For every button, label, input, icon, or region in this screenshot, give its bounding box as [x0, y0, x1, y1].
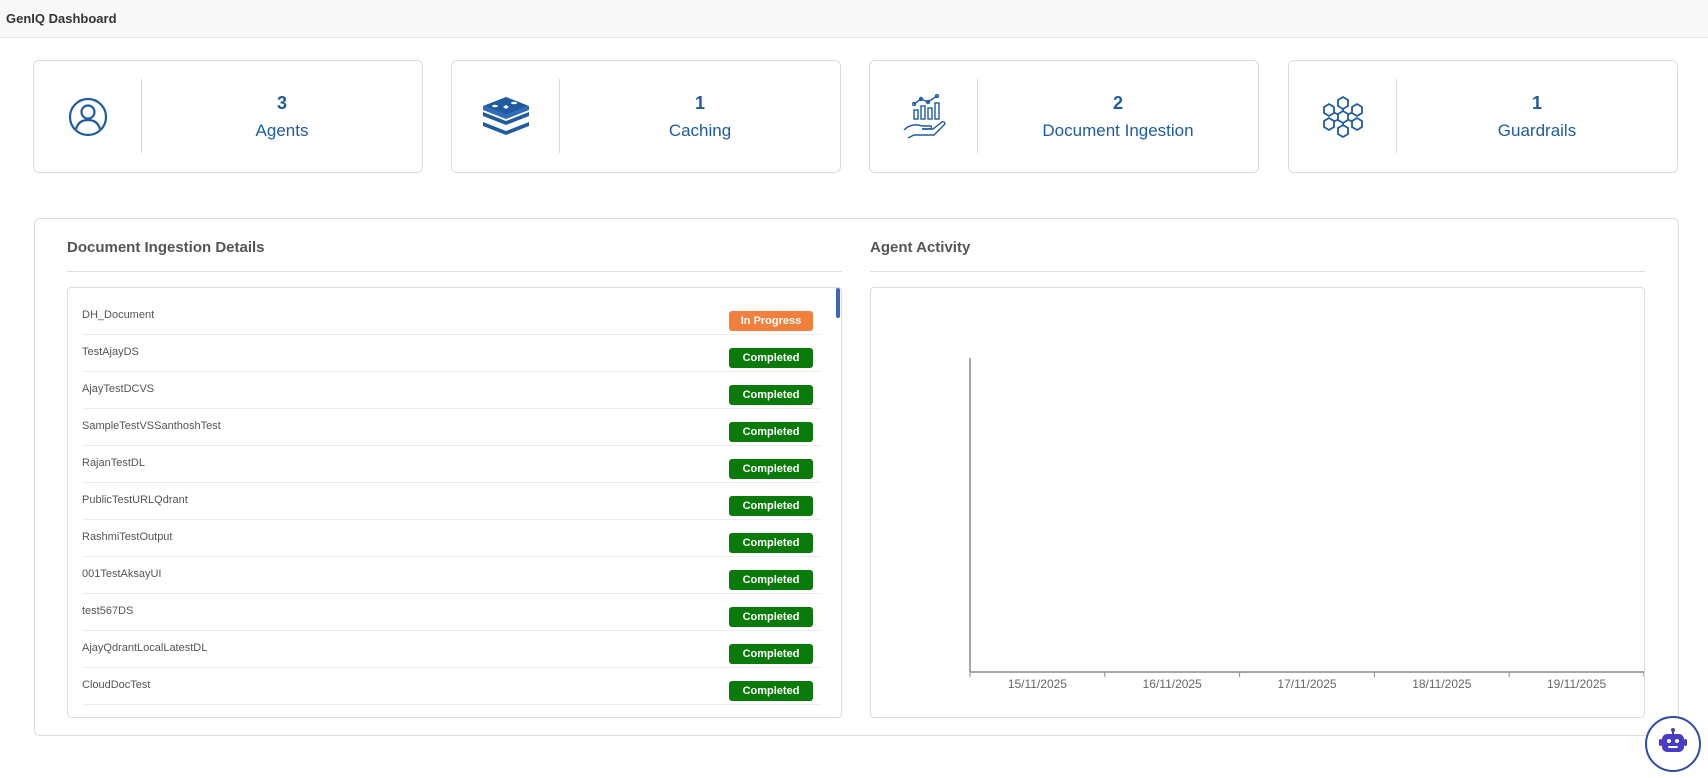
section-divider	[870, 271, 1645, 272]
document-name: 001TestAksayUI	[82, 568, 162, 580]
document-row[interactable]: CloudDocTest Completed	[82, 668, 821, 705]
x-tick-label: 17/11/2025	[1277, 677, 1336, 691]
document-list-items: DH_Document In Progress TestAjayDS Complete…	[68, 288, 835, 717]
document-row[interactable]: test567DS Completed	[82, 594, 821, 631]
document-name: RashmiTestOutput	[82, 531, 173, 543]
document-name: AjayQdrantLocalLatestDL	[82, 642, 208, 654]
document-row[interactable]: SampleTestVSSanthoshTest Completed	[82, 409, 821, 446]
app-title: GenIQ Dashboard	[6, 11, 117, 26]
database-stack-icon	[452, 61, 560, 172]
stat-card-caching[interactable]: 1 Caching	[451, 60, 841, 173]
list-scrollbar[interactable]	[835, 288, 841, 717]
card-divider	[141, 79, 142, 153]
document-name: test567DS	[82, 605, 134, 617]
stat-label: Caching	[668, 121, 732, 140]
document-row[interactable]: CloudDocTest23Completed	[82, 705, 821, 717]
document-row[interactable]: AjayTestDCVS Completed	[82, 372, 821, 409]
section-divider	[67, 271, 842, 272]
status-badge: In Progress	[729, 311, 813, 331]
stat-label: Agents	[255, 121, 309, 140]
stat-card-document-ingestion[interactable]: 2 Document Ingestion	[869, 60, 1259, 173]
document-name: CloudDocTest23	[82, 716, 163, 717]
network-cubes-icon	[1289, 61, 1397, 172]
document-row[interactable]: PublicTestURLQdrant Completed	[82, 483, 821, 520]
document-row[interactable]: RajanTestDL Completed	[82, 446, 821, 483]
status-badge: Completed	[729, 533, 813, 553]
stat-label: Guardrails	[1497, 121, 1577, 140]
status-badge: Completed	[729, 348, 813, 368]
robot-icon	[1658, 727, 1688, 762]
document-row[interactable]: DH_Document In Progress	[82, 298, 821, 335]
scroll-thumb[interactable]	[836, 288, 840, 318]
stat-count: 1	[694, 93, 705, 113]
chatbot-button[interactable]	[1645, 716, 1701, 772]
x-tick-label: 19/11/2025	[1547, 677, 1606, 691]
x-tick-label: 15/11/2025	[1008, 677, 1067, 691]
status-badge: Completed	[729, 496, 813, 516]
status-badge: Completed	[729, 681, 813, 701]
agent-activity-chart: 15/11/2025 16/11/2025 17/11/2025 18/11/2025…	[870, 287, 1645, 718]
status-badge: Completed	[729, 422, 813, 442]
document-name: RajanTestDL	[82, 457, 145, 469]
status-badge: Completed	[729, 570, 813, 590]
document-name: DH_Document	[82, 309, 155, 321]
ingestion-section-title: Document Ingestion Details	[67, 239, 265, 256]
stat-card-guardrails[interactable]: 1 Guardrails	[1288, 60, 1678, 173]
stat-count: 3	[276, 93, 287, 113]
x-tick-label: 16/11/2025	[1143, 677, 1202, 691]
document-row[interactable]: RashmiTestOutput Completed	[82, 520, 821, 557]
card-divider	[977, 79, 978, 153]
document-name: AjayTestDCVS	[82, 383, 155, 395]
status-badge: Completed	[729, 459, 813, 479]
card-divider	[559, 79, 560, 153]
user-icon	[34, 61, 142, 172]
status-badge: Completed	[729, 385, 813, 405]
stat-count: 1	[1531, 93, 1542, 113]
stat-count: 2	[1112, 93, 1123, 113]
stat-card-agents[interactable]: 3 Agents	[33, 60, 423, 173]
document-name: CloudDocTest	[82, 679, 151, 691]
document-row[interactable]: TestAjayDS Completed	[82, 335, 821, 372]
top-bar: GenIQ Dashboard	[0, 0, 1708, 38]
status-badge: Completed	[729, 607, 813, 627]
stat-label: Document Ingestion	[1042, 121, 1194, 140]
document-name: SampleTestVSSanthoshTest	[82, 420, 221, 432]
hand-chart-icon	[870, 61, 978, 172]
document-name: PublicTestURLQdrant	[82, 494, 188, 506]
x-tick-label: 18/11/2025	[1412, 677, 1471, 691]
document-row[interactable]: AjayQdrantLocalLatestDL Completed	[82, 631, 821, 668]
chart-svg: 15/11/2025 16/11/2025 17/11/2025 18/11/2025…	[969, 358, 1645, 691]
agent-activity-title: Agent Activity	[870, 239, 971, 256]
card-divider	[1396, 79, 1397, 153]
document-row[interactable]: 001TestAksayUI Completed	[82, 557, 821, 594]
status-badge: Completed	[729, 644, 813, 664]
document-list[interactable]: DH_Document In Progress TestAjayDS Complete…	[67, 287, 842, 718]
document-name: TestAjayDS	[82, 346, 139, 358]
